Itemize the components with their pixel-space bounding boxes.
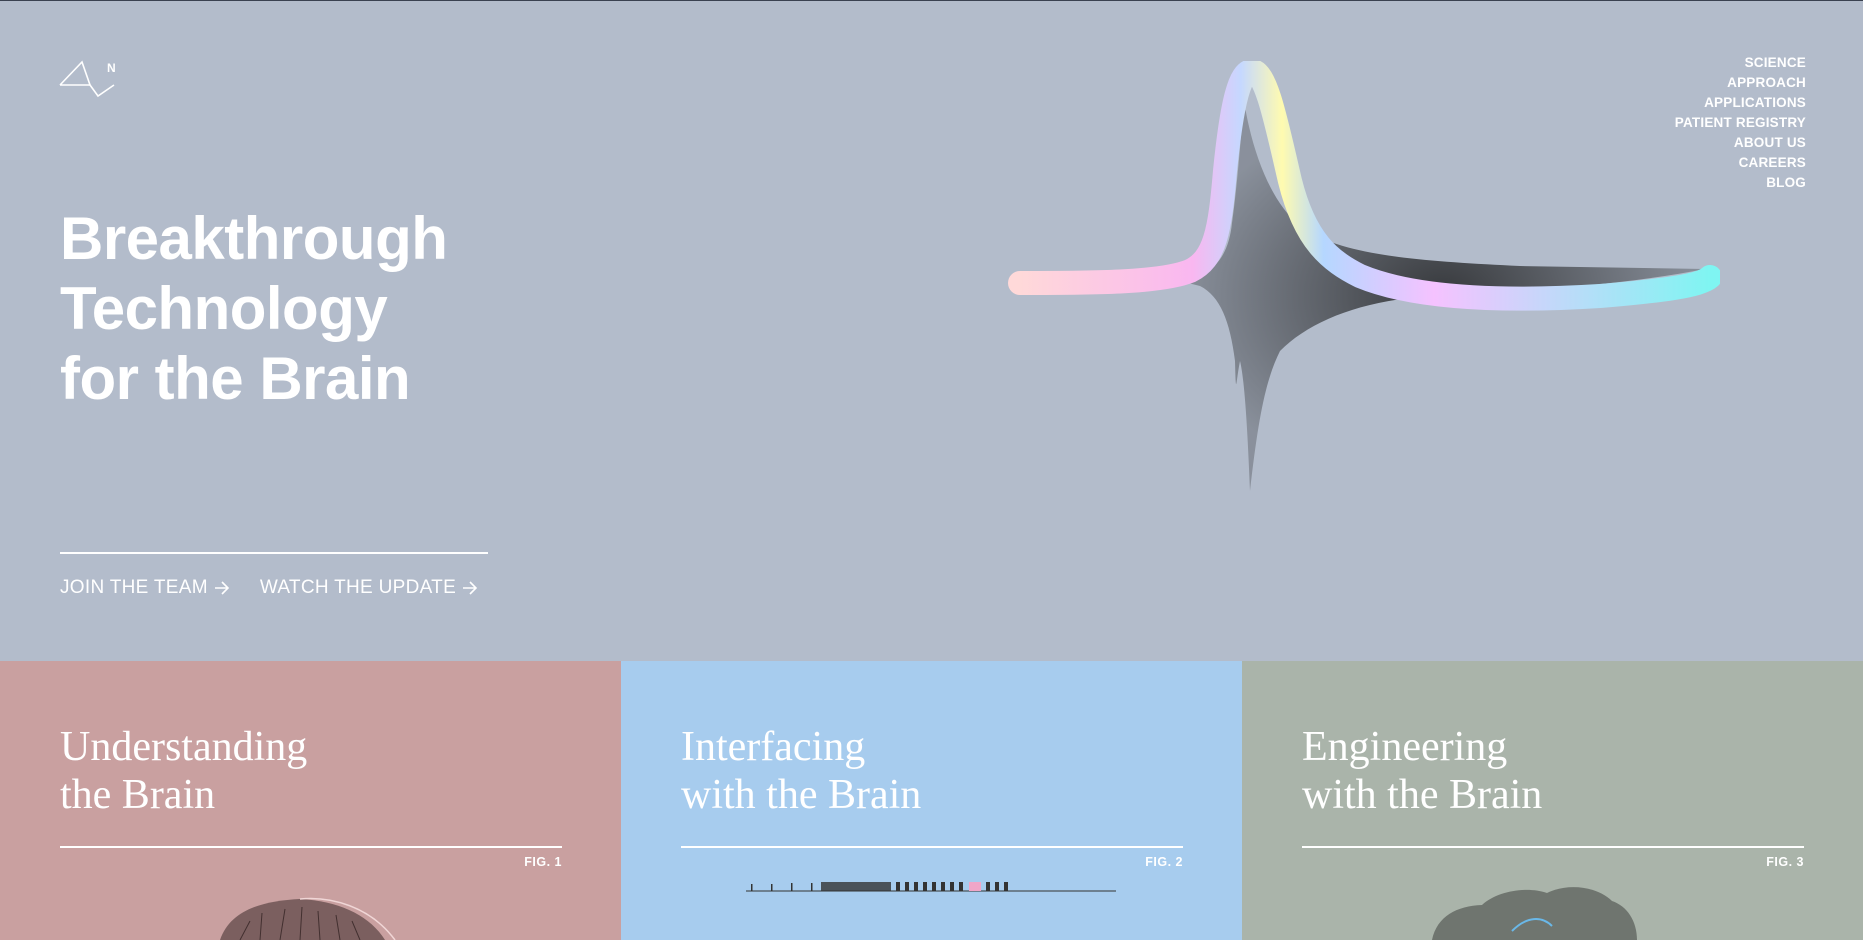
panel-title-line-1: Interfacing bbox=[681, 724, 866, 770]
panel-interfacing-with-the-brain[interactable]: Interfacing with the Brain FIG. 2 bbox=[621, 661, 1242, 940]
panel-understanding-the-brain[interactable]: Understanding the Brain FIG. 1 bbox=[0, 661, 621, 940]
panel-title-line-2: the Brain bbox=[60, 772, 216, 818]
panel-divider bbox=[681, 846, 1183, 848]
headline-line-2: Technology bbox=[60, 275, 388, 342]
join-the-team-label: JOIN THE TEAM bbox=[60, 577, 208, 598]
feature-panels: Understanding the Brain FIG. 1 Interfaci… bbox=[0, 661, 1863, 940]
fig-label: FIG. 3 bbox=[1766, 855, 1804, 869]
panel-title-line-2: with the Brain bbox=[681, 772, 922, 818]
logo-letter: N bbox=[107, 61, 116, 75]
hero-section: N SCIENCE APPROACH APPLICATIONS PATIENT … bbox=[0, 0, 1863, 661]
headline-line-3: for the Brain bbox=[60, 345, 411, 412]
electrode-array-illustration bbox=[746, 882, 1116, 892]
panel-divider bbox=[1302, 846, 1804, 848]
panel-title-line-2: with the Brain bbox=[1302, 772, 1543, 818]
arrow-right-icon bbox=[214, 581, 229, 595]
fig-label: FIG. 2 bbox=[1145, 855, 1183, 869]
logo-icon: N bbox=[59, 60, 116, 98]
panel-title-line-1: Engineering bbox=[1302, 724, 1508, 770]
panel-title: Engineering with the Brain bbox=[1302, 723, 1542, 819]
panel-title-line-1: Understanding bbox=[60, 724, 308, 770]
brain-illustration bbox=[1432, 887, 1637, 940]
hero-cta-group: JOIN THE TEAM WATCH THE UPDATE bbox=[60, 577, 478, 599]
neuron-illustration bbox=[220, 897, 396, 940]
fig-label: FIG. 1 bbox=[524, 855, 562, 869]
cta-divider bbox=[60, 552, 488, 554]
watch-the-update-label: WATCH THE UPDATE bbox=[259, 577, 457, 598]
arrow-right-icon bbox=[463, 581, 478, 595]
neural-spike-illustration bbox=[1008, 61, 1720, 491]
headline-line-1: Breakthrough bbox=[60, 205, 448, 272]
hero-headline: Breakthrough Technology for the Brain bbox=[60, 204, 448, 414]
panel-engineering-with-the-brain[interactable]: Engineering with the Brain FIG. 3 bbox=[1242, 661, 1863, 940]
panel-title: Understanding the Brain bbox=[60, 723, 307, 819]
panel-divider bbox=[60, 846, 562, 848]
join-the-team-link[interactable]: JOIN THE TEAM bbox=[60, 577, 230, 599]
panel-title: Interfacing with the Brain bbox=[681, 723, 921, 819]
neuralink-logo[interactable]: N bbox=[58, 59, 120, 99]
watch-the-update-link[interactable]: WATCH THE UPDATE bbox=[260, 577, 478, 599]
